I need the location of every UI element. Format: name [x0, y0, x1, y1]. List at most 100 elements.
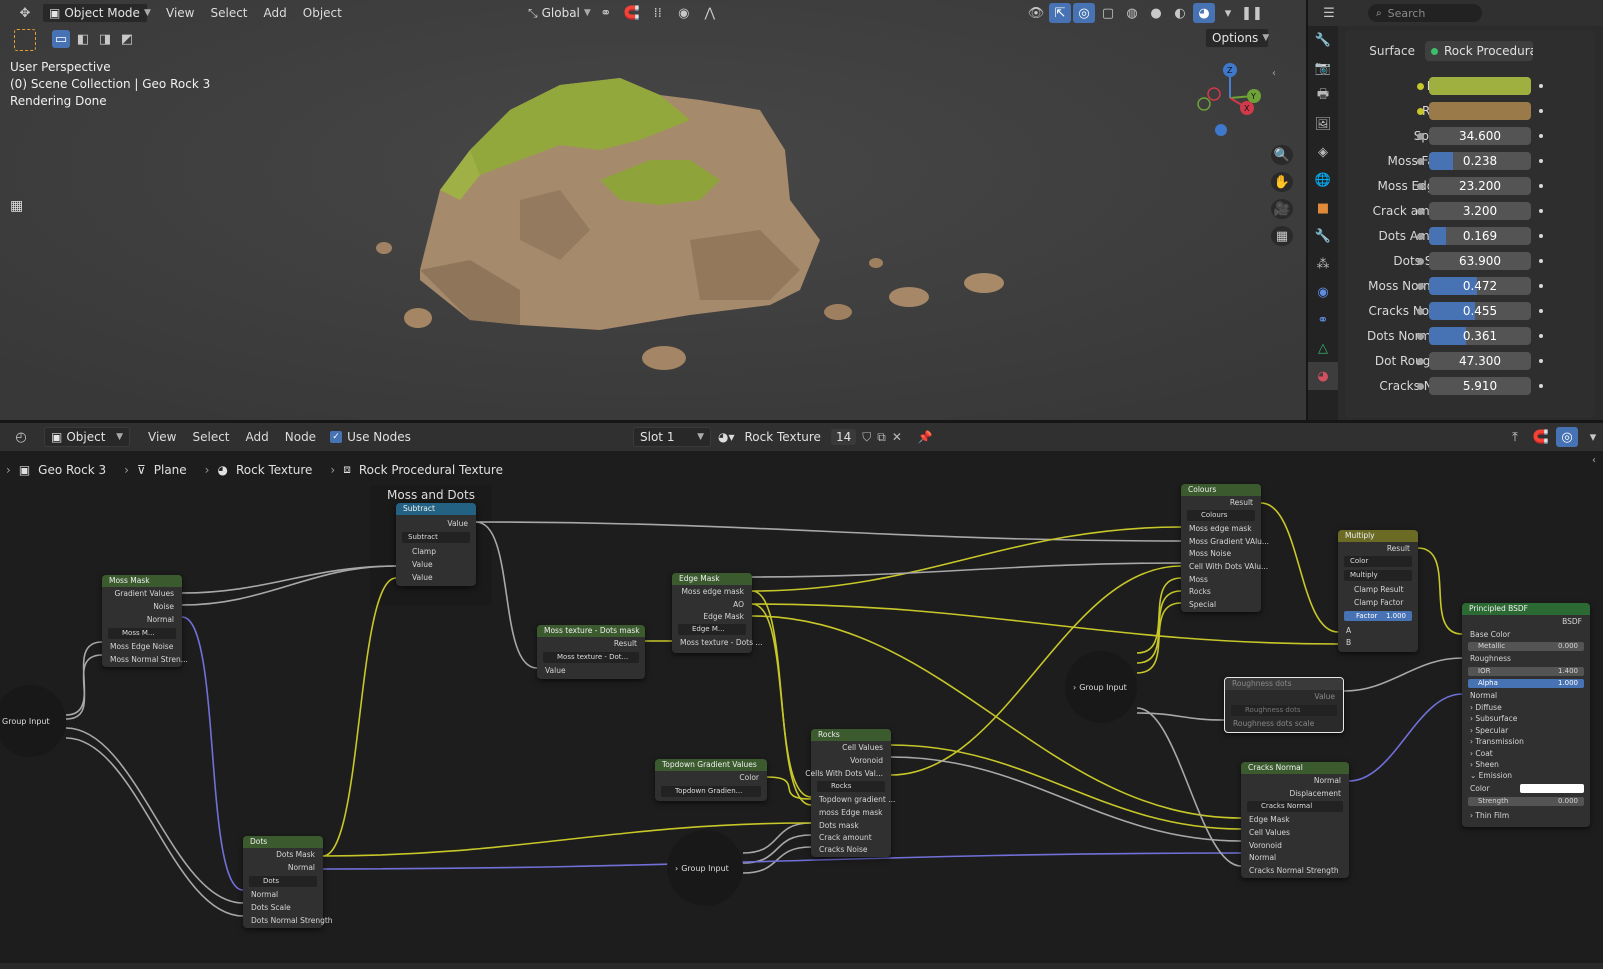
node-group-select[interactable]: Dots — [249, 876, 317, 887]
checker-icon[interactable]: ▦ — [10, 198, 23, 214]
rocks-node[interactable]: Rocks Cell Values Voronoid Cells With Do… — [805, 729, 895, 857]
node-overlay-options-icon[interactable]: ▾ — [1582, 427, 1603, 447]
color-field[interactable] — [1429, 102, 1531, 120]
emission-color-swatch[interactable] — [1520, 784, 1584, 793]
panel-coat[interactable]: › Coat — [1470, 749, 1493, 758]
orientation-select[interactable]: Global — [542, 6, 580, 20]
navigation-gizmo[interactable]: Z Y X — [1195, 58, 1270, 143]
node-group-select[interactable]: Edge M... — [678, 624, 746, 635]
roughness-dots-node[interactable]: Roughness dots Value Roughness dots Roug… — [1224, 677, 1344, 733]
select-new-icon[interactable]: ▭ — [52, 30, 70, 48]
shader-type-select[interactable]: ▣ Object ▼ — [44, 427, 130, 447]
node-group-select[interactable]: Topdown Gradien... — [661, 786, 761, 797]
keyframe-dot-icon[interactable] — [1539, 109, 1543, 113]
scene-tab-icon[interactable]: ◈ — [1308, 138, 1338, 166]
value-slider[interactable]: 47.300 — [1429, 352, 1531, 370]
socket-icon[interactable] — [1417, 382, 1424, 390]
socket-icon[interactable] — [1417, 282, 1424, 290]
node-menu-select[interactable]: Select — [184, 430, 237, 444]
render-tab-icon[interactable]: 📷 — [1308, 54, 1338, 82]
socket-icon[interactable] — [1417, 257, 1424, 265]
node-group-select[interactable]: Rocks — [817, 781, 885, 792]
node-sidebar-toggle-icon[interactable]: ‹ — [1592, 455, 1596, 466]
keyframe-dot-icon[interactable] — [1539, 84, 1543, 88]
topdown-gradient-node[interactable]: Topdown Gradient Values Color Topdown Gr… — [655, 759, 767, 801]
socket-icon[interactable] — [1417, 332, 1424, 340]
zoom-icon[interactable]: 🔍 — [1271, 145, 1293, 165]
snap-grid-icon[interactable]: ⁞⁞ — [647, 3, 669, 23]
xray-icon[interactable]: ▢ — [1097, 3, 1119, 23]
keyframe-dot-icon[interactable] — [1539, 384, 1543, 388]
data-type-select[interactable]: Color — [1344, 556, 1412, 567]
socket-icon[interactable] — [1417, 357, 1424, 365]
node-group-select[interactable]: Colours — [1187, 510, 1255, 521]
value-slider[interactable]: 5.910 — [1429, 377, 1531, 395]
socket-icon[interactable] — [1417, 307, 1424, 315]
material-name-field[interactable]: Rock Texture — [741, 430, 825, 444]
data-tab-icon[interactable]: △ — [1308, 334, 1338, 362]
select-box-tool-icon[interactable] — [14, 29, 36, 51]
node-overlay-icon[interactable]: ◎ — [1556, 427, 1578, 447]
menu-select[interactable]: Select — [202, 6, 255, 20]
shading-wireframe-icon[interactable]: ◍ — [1121, 3, 1143, 23]
keyframe-dot-icon[interactable] — [1539, 159, 1543, 163]
shading-material-icon[interactable]: ◐ — [1169, 3, 1191, 23]
principled-bsdf-node[interactable]: Principled BSDF BSDF Base Color Metallic… — [1462, 603, 1590, 827]
factor-slider[interactable]: Factor 1.000 — [1344, 611, 1412, 621]
modifier-tab-icon[interactable]: 🔧 — [1308, 222, 1338, 250]
material-tab-icon[interactable]: ◕ — [1308, 362, 1338, 390]
panel-diffuse[interactable]: › Diffuse — [1470, 703, 1502, 712]
socket-icon[interactable] — [1417, 182, 1424, 190]
node-menu-view[interactable]: View — [140, 430, 184, 444]
edge-mask-node[interactable]: Edge Mask Moss edge mask AO Edge Mask Ed… — [672, 573, 763, 653]
menu-object[interactable]: Object — [295, 6, 350, 20]
value-slider[interactable]: 23.200 — [1429, 177, 1531, 195]
socket-icon[interactable] — [1417, 207, 1424, 215]
alpha-field[interactable]: Alpha 1.000 — [1468, 679, 1584, 688]
panel-thin-film[interactable]: › Thin Film — [1470, 811, 1509, 820]
output-tab-icon[interactable]: 🖶 — [1308, 82, 1338, 110]
keyframe-dot-icon[interactable] — [1539, 134, 1543, 138]
group-input-node-right[interactable]: › Group Input — [1065, 651, 1137, 723]
value-slider[interactable]: 3.200 — [1429, 202, 1531, 220]
options-dropdown[interactable]: Options ▼ — [1205, 28, 1269, 48]
snap-icon[interactable]: 🧲 — [621, 3, 643, 23]
overlay-toggle-icon[interactable]: ◎ — [1073, 3, 1095, 23]
parent-node-tree-icon[interactable]: ⤒ — [1504, 427, 1526, 447]
clamp-checkbox[interactable]: Clamp — [404, 547, 436, 556]
keyframe-dot-icon[interactable] — [1539, 209, 1543, 213]
select-subtract-icon[interactable]: ◨ — [96, 30, 114, 48]
shading-options-icon[interactable]: ▾ — [1217, 3, 1239, 23]
color-field[interactable] — [1429, 77, 1531, 95]
world-tab-icon[interactable]: 🌐 — [1308, 166, 1338, 194]
particles-tab-icon[interactable]: ⁂ — [1308, 250, 1338, 278]
moss-mask-node[interactable]: Moss Mask Gradient Values Noise Normal M… — [102, 575, 188, 667]
shading-rendered-icon[interactable]: ◕ — [1193, 3, 1215, 23]
properties-editor-type-icon[interactable]: ☰ — [1318, 3, 1340, 23]
value-slider[interactable]: 34.600 — [1429, 127, 1531, 145]
fake-user-shield-icon[interactable]: ⛉ — [862, 430, 871, 445]
value-slider[interactable]: 0.361 — [1429, 327, 1531, 345]
constraints-tab-icon[interactable]: ⚭ — [1308, 306, 1338, 334]
user-count-button[interactable]: 14 — [830, 429, 857, 445]
blend-mode-select[interactable]: Multiply — [1344, 570, 1412, 581]
node-editor-canvas[interactable]: Moss and Dots Mask Subtract Value Subtra… — [0, 423, 1603, 969]
node-editor-type-icon[interactable]: ◴ — [10, 427, 32, 447]
use-nodes-toggle[interactable]: ✓ Use Nodes — [330, 430, 411, 444]
sidebar-toggle-icon[interactable]: ‹ — [1272, 68, 1276, 79]
node-editor-scrollbar[interactable] — [0, 963, 1603, 969]
node-snap-icon[interactable]: 🧲 — [1530, 427, 1552, 447]
keyframe-dot-icon[interactable] — [1539, 359, 1543, 363]
object-tab-icon[interactable]: ■ — [1308, 194, 1338, 222]
keyframe-dot-icon[interactable] — [1539, 309, 1543, 313]
value-slider[interactable]: 0.455 — [1429, 302, 1531, 320]
physics-tab-icon[interactable]: ◉ — [1308, 278, 1338, 306]
keyframe-dot-icon[interactable] — [1539, 234, 1543, 238]
socket-icon[interactable] — [1417, 107, 1424, 115]
select-intersect-icon[interactable]: ◩ — [118, 30, 136, 48]
breadcrumb-material[interactable]: Rock Texture — [236, 463, 312, 477]
strength-field[interactable]: Strength 0.000 — [1468, 797, 1584, 806]
unlink-material-icon[interactable]: ✕ — [892, 430, 902, 444]
keyframe-dot-icon[interactable] — [1539, 284, 1543, 288]
panel-transmission[interactable]: › Transmission — [1470, 737, 1524, 746]
